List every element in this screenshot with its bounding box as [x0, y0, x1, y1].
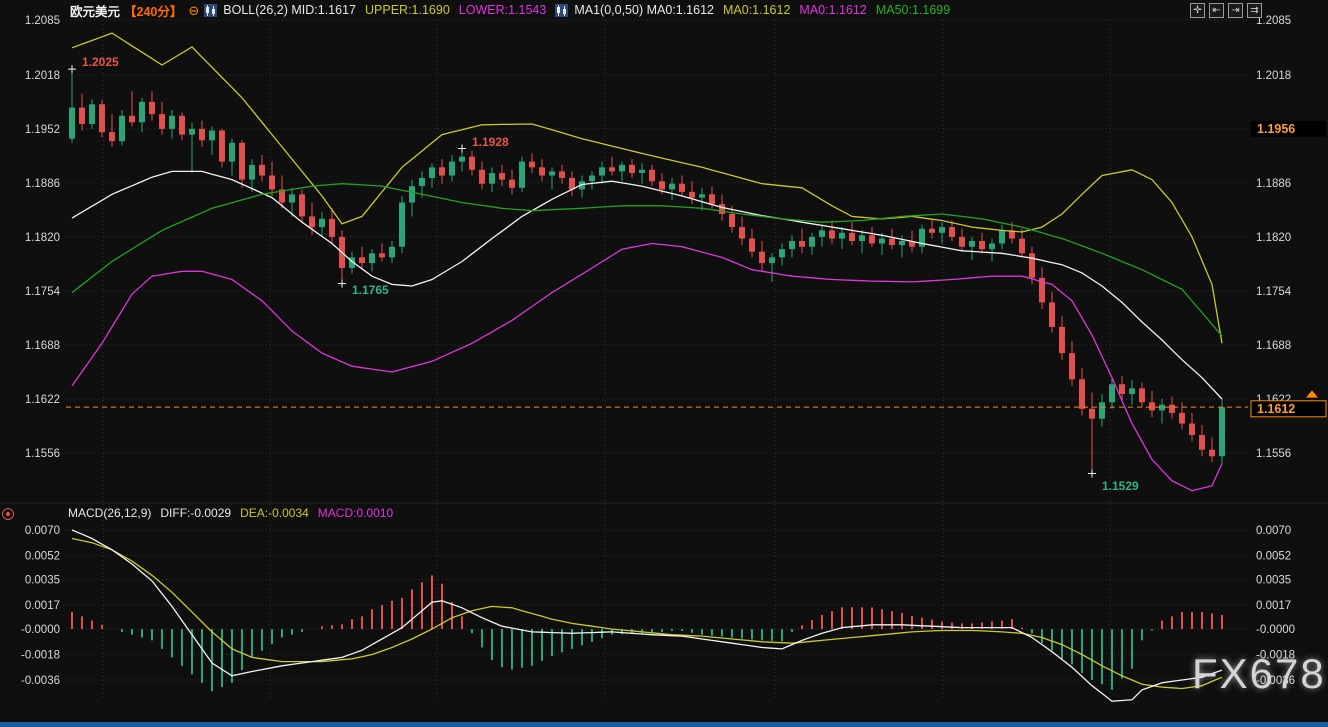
bottom-blue-strip — [0, 722, 1328, 727]
candlestick-mini-icon — [555, 4, 568, 17]
macd-axis-label-left: -0.0000 — [21, 624, 60, 636]
chart-toolbar: ✛ ⇤ ⇥ ⇉ — [1190, 3, 1262, 18]
badge-price-text: 1.1612 — [1257, 402, 1295, 416]
trading-chart-window: 1.20851.20851.20181.20181.19521.19521.18… — [0, 0, 1328, 727]
macd-axis-label-right: 0.0070 — [1256, 525, 1291, 537]
shift-right-icon[interactable]: ⇉ — [1247, 3, 1262, 18]
price-axis-label-right: 1.1556 — [1256, 448, 1291, 460]
price-axis-label-left: 1.1952 — [25, 124, 60, 136]
price-axis-label-right: 1.1688 — [1256, 340, 1291, 352]
chart-canvas[interactable]: 1.20851.20851.20181.20181.19521.19521.18… — [0, 0, 1328, 727]
ma0-yellow-value: MA0:1.1612 — [723, 3, 790, 17]
chart-background — [0, 0, 1328, 727]
price-axis-label-left: 1.1688 — [25, 340, 60, 352]
badge-price-text: 1.1956 — [1257, 122, 1295, 136]
indicator-settings-icon[interactable]: ⊖ — [188, 4, 199, 17]
extreme-price-label: 1.1765 — [352, 283, 389, 297]
macd-dea-value: DEA:-0.0034 — [240, 506, 309, 520]
macd-axis-label-right: 0.0035 — [1256, 575, 1291, 587]
price-axis-label-left: 1.1556 — [25, 448, 60, 460]
macd-axis-label-right: 0.0017 — [1256, 600, 1291, 612]
macd-axis-label-left: 0.0017 — [25, 600, 60, 612]
extreme-price-label: 1.1928 — [472, 135, 509, 149]
zoom-y-axis-icon[interactable]: ⇥ — [1228, 3, 1243, 18]
price-axis-label-right: 1.1820 — [1256, 232, 1291, 244]
macd-axis-label-right: -0.0000 — [1256, 624, 1295, 636]
macd-axis-label-right: 0.0052 — [1256, 550, 1291, 562]
ma0-white-value: MA1(0,0,50) MA0:1.1612 — [574, 3, 714, 17]
indicator-target-icon[interactable] — [2, 508, 14, 520]
ma50-value: MA50:1.1699 — [876, 3, 950, 17]
chart-header: 欧元美元 【240分】 ⊖ BOLL(26,2) MID:1.1617 UPPE… — [70, 2, 959, 18]
price-axis-label-left: 1.2085 — [25, 15, 60, 27]
macd-diff-value: DIFF:-0.0029 — [160, 506, 231, 520]
ma0-magenta-value: MA0:1.1612 — [799, 3, 866, 17]
pan-icon[interactable]: ✛ — [1190, 3, 1205, 18]
price-axis-label-left: 1.2018 — [25, 70, 60, 82]
price-axis-label-left: 1.1622 — [25, 394, 60, 406]
extreme-price-label: 1.2025 — [82, 55, 119, 69]
price-axis-label-right: 1.1754 — [1256, 286, 1292, 298]
candlestick-mini-icon — [204, 4, 217, 17]
macd-title-and-diff: MACD(26,12,9) — [68, 506, 151, 520]
timeframe-badge[interactable]: 【240分】 — [124, 1, 182, 20]
fx678-watermark: FX678 — [1192, 650, 1326, 698]
macd-axis-label-left: -0.0036 — [21, 675, 60, 687]
macd-axis-label-left: 0.0052 — [25, 550, 60, 562]
macd-header: MACD(26,12,9) DIFF:-0.0029 DEA:-0.0034 M… — [68, 506, 393, 520]
price-axis-label-left: 1.1754 — [25, 286, 61, 298]
boll-mid-value: BOLL(26,2) MID:1.1617 — [223, 3, 356, 17]
extreme-price-label: 1.1529 — [1102, 479, 1139, 493]
macd-macd-value: MACD:0.0010 — [318, 506, 393, 520]
boll-lower-value: LOWER:1.1543 — [459, 3, 547, 17]
price-axis-label-left: 1.1886 — [25, 178, 60, 190]
macd-axis-label-left: 0.0070 — [25, 525, 60, 537]
macd-axis-label-left: 0.0035 — [25, 575, 60, 587]
macd-axis-label-left: -0.0018 — [21, 650, 60, 662]
price-axis-label-left: 1.1820 — [25, 232, 60, 244]
price-axis-label-right: 1.2018 — [1256, 70, 1291, 82]
boll-upper-value: UPPER:1.1690 — [365, 3, 450, 17]
price-axis-label-right: 1.1886 — [1256, 178, 1291, 190]
symbol-name: 欧元美元 — [70, 1, 120, 20]
zoom-x-axis-icon[interactable]: ⇤ — [1209, 3, 1224, 18]
